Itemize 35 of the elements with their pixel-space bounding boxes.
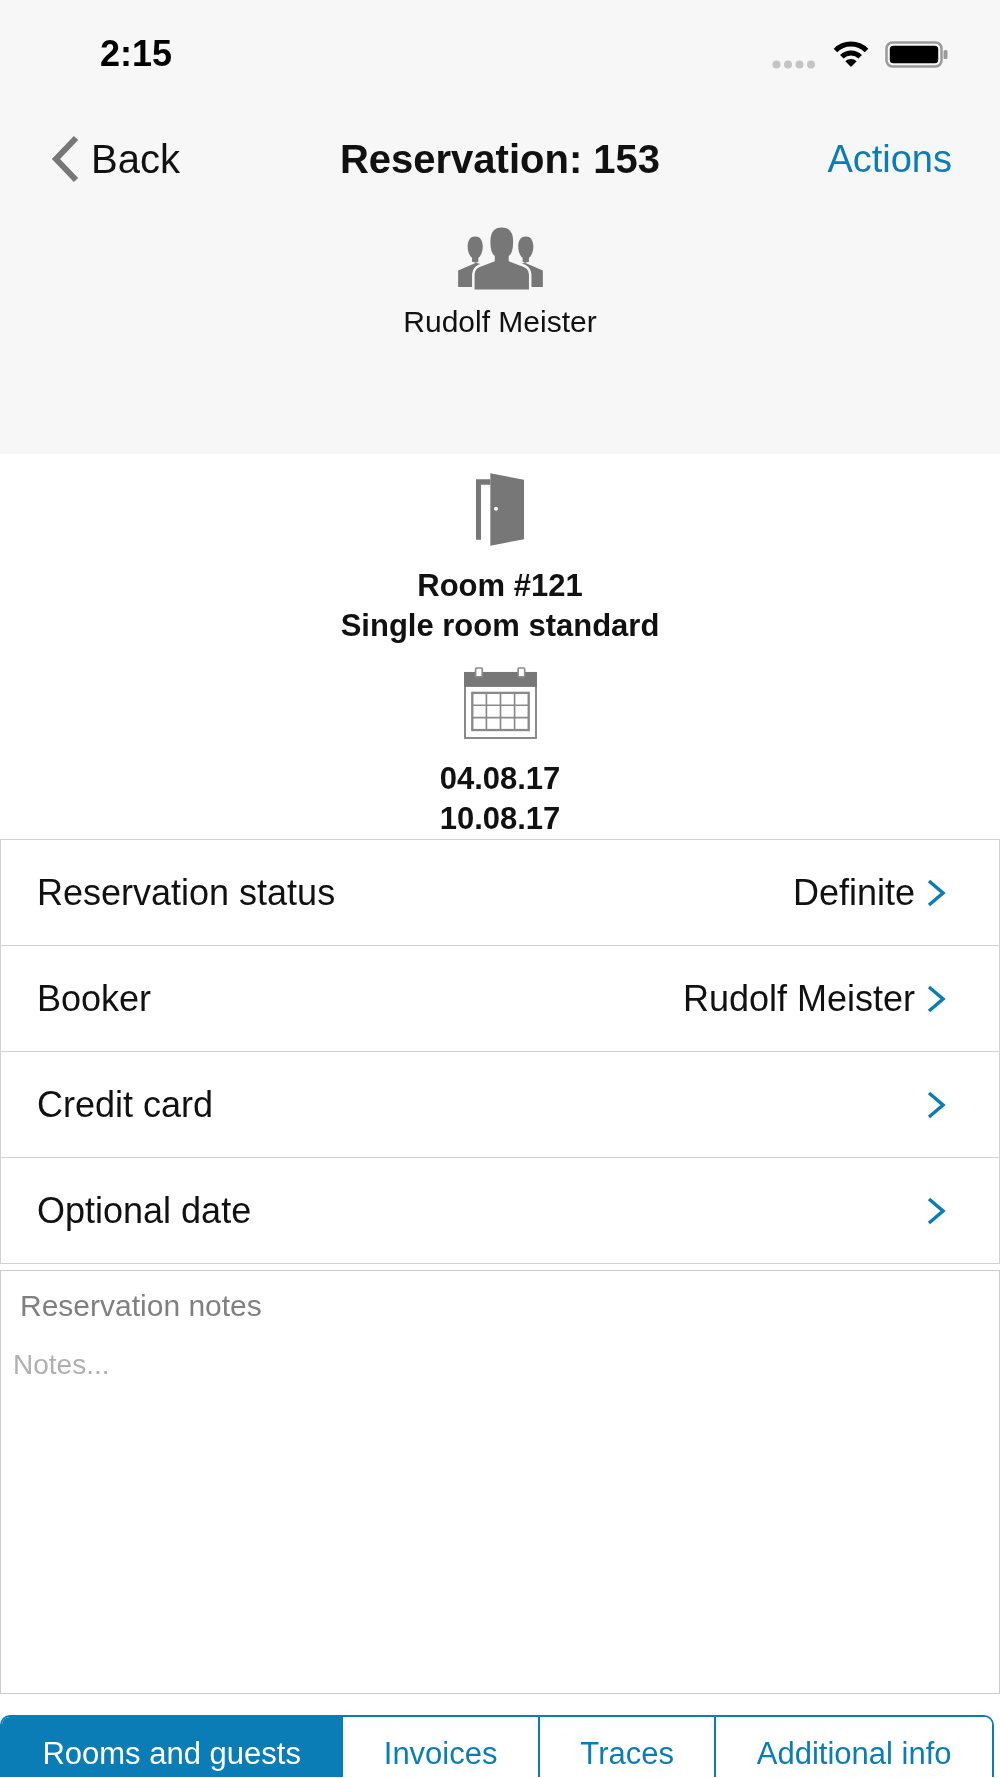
chevron-right-icon <box>926 878 947 907</box>
chevron-right-icon <box>926 1090 947 1119</box>
row-value: Definite <box>792 870 915 915</box>
room-type: Single room standard <box>340 607 660 645</box>
calendar-icon <box>463 667 537 739</box>
room-number: Room #121 <box>417 567 583 605</box>
actions-button[interactable]: Actions <box>827 135 952 183</box>
chevron-left-icon <box>51 135 80 183</box>
arrival-date: 04.08.17 <box>439 760 561 798</box>
detail-row[interactable]: Reservation status Definite <box>1 840 999 946</box>
people-icon <box>457 225 543 292</box>
row-value: Rudolf Meister <box>682 976 915 1021</box>
chevron-right-icon <box>926 1196 947 1225</box>
chevron-right-icon <box>926 984 947 1013</box>
departure-date: 10.08.17 <box>439 800 561 838</box>
detail-row[interactable]: Optional date <box>1 1158 999 1264</box>
row-label: Optional date <box>37 1188 252 1233</box>
row-label: Credit card <box>37 1082 214 1127</box>
battery-icon <box>885 40 948 68</box>
status-time: 2:15 <box>100 33 173 75</box>
door-icon <box>476 473 524 546</box>
detail-row[interactable]: Credit card <box>1 1052 999 1158</box>
notes-box[interactable]: Reservation notes Notes... <box>0 1270 1000 1694</box>
guest-name: Rudolf Meister <box>403 304 597 340</box>
row-label: Reservation status <box>37 870 336 915</box>
signal-icon <box>772 59 816 69</box>
tab[interactable]: Rooms and guests <box>2 1717 342 1777</box>
detail-row[interactable]: Booker Rudolf Meister <box>1 946 999 1052</box>
tab[interactable]: Additional info <box>714 1717 992 1777</box>
notes-field[interactable]: Notes... <box>1 1348 999 1693</box>
back-button[interactable]: Back <box>51 135 180 183</box>
screen-title: Reservation: 153 <box>339 136 661 183</box>
notes-label: Reservation notes <box>20 1288 262 1324</box>
wifi-icon <box>832 40 870 68</box>
row-label: Booker <box>37 976 152 1021</box>
